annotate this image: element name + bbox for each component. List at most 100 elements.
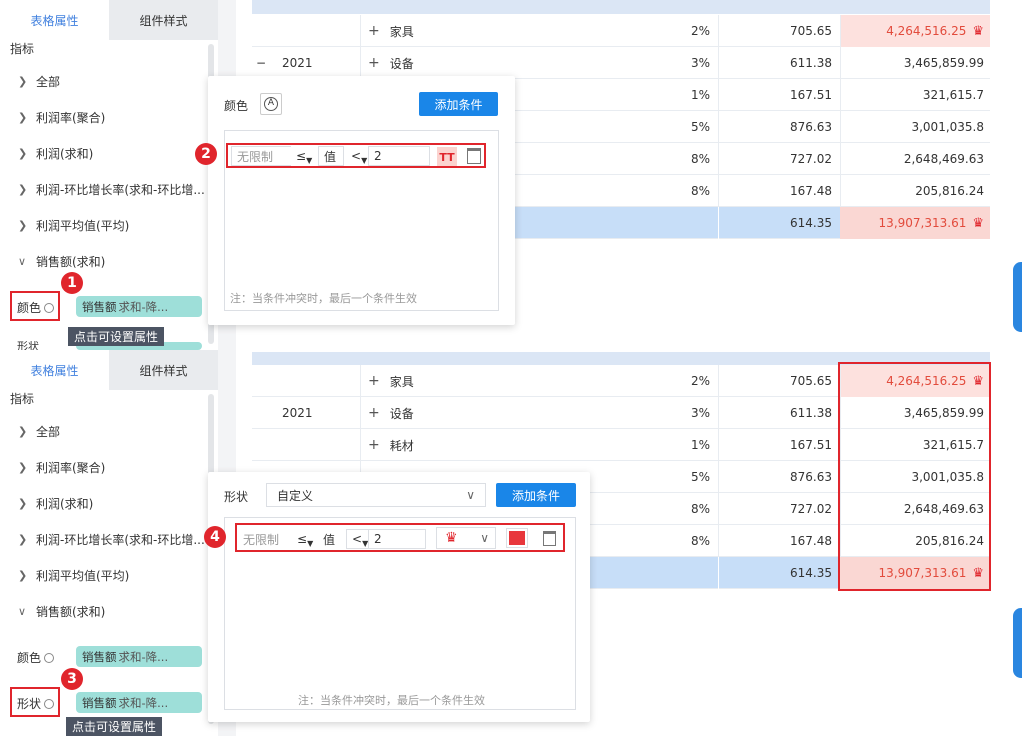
sales-field-pill[interactable]: 销售额 求和-降...	[76, 692, 202, 713]
color-property-label[interactable]: 颜色	[17, 649, 55, 666]
popup-label: 形状	[224, 490, 249, 504]
avg-cell: 167.51	[718, 79, 838, 111]
sales-cell: 321,615.7	[840, 79, 990, 111]
year-cell	[282, 365, 362, 397]
sales-cell: 3,465,859.99	[840, 47, 990, 79]
tree-item[interactable]: ❯ 利润平均值(平均)	[18, 217, 129, 234]
tree-item-expanded[interactable]: ∨ 销售额(求和)	[18, 253, 105, 270]
tooltip-set-property: 点击可设置属性	[68, 327, 165, 346]
tree-item[interactable]: ❯ 利润-环比增长率(求和-环比增...	[18, 181, 205, 198]
step-badge-1: 1	[61, 272, 83, 294]
category-cell[interactable]: + 家具	[368, 365, 414, 397]
expand-icon[interactable]: +	[368, 23, 380, 39]
tab-table-properties[interactable]: 表格属性	[0, 350, 109, 390]
side-float-button[interactable]	[1013, 262, 1022, 332]
color-condition-popup: 颜色 A 添加条件 无限制 ≤ ▼ 值 < ▼ 2 TT 注：当条件冲突时，最后一个…	[208, 76, 515, 325]
tree-item[interactable]: ❯ 利润平均值(平均)	[18, 567, 129, 584]
total-avg-cell: 614.35	[718, 207, 838, 239]
avg-cell: 876.63	[718, 111, 838, 143]
category-cell[interactable]: + 耗材	[368, 429, 414, 461]
step-badge-2: 2	[195, 143, 217, 165]
sales-field-pill[interactable]: 销售额 求和-降...	[76, 646, 202, 667]
tree-item[interactable]: ❯ 全部	[18, 73, 60, 90]
chevron-right-icon: ❯	[18, 425, 28, 438]
avg-cell: 727.02	[718, 143, 838, 175]
pct-cell: 5%	[690, 470, 710, 484]
pct-cell: 5%	[690, 120, 710, 134]
tree-item[interactable]: ❯ 全部	[18, 423, 60, 440]
expand-icon[interactable]: +	[368, 437, 380, 453]
sales-cell: 4,264,516.25 ♛	[840, 15, 990, 47]
highlight-box-sales-column	[838, 362, 991, 591]
tree-item[interactable]: ❯ 利润率(聚合)	[18, 459, 105, 476]
conflict-note: 注：当条件冲突时，最后一个条件生效	[298, 694, 485, 707]
panel-tabs: 表格属性 组件样式	[0, 350, 218, 390]
tree-item-expanded[interactable]: ∨ 销售额(求和)	[18, 603, 105, 620]
section-title: 指标	[10, 42, 35, 56]
tree-item[interactable]: ❯ 利润(求和)	[18, 145, 93, 162]
avg-cell: 705.65	[718, 365, 838, 397]
palette-icon: A	[264, 97, 278, 111]
total-avg-cell: 614.35	[718, 557, 838, 589]
avg-cell: 611.38	[718, 397, 838, 429]
category-cell[interactable]: + 家具	[368, 15, 414, 47]
sales-cell: 2,648,469.63	[840, 143, 990, 175]
tree-item[interactable]: ❯ 利润(求和)	[18, 495, 93, 512]
pct-cell: 3%	[690, 406, 710, 420]
section-title: 指标	[10, 392, 35, 406]
crown-icon: ♛	[972, 215, 984, 231]
tree-item[interactable]: ❯ 利润率(聚合)	[18, 109, 105, 126]
popup-label: 颜色	[224, 99, 249, 113]
avg-cell: 167.51	[718, 429, 838, 461]
color-picker-button[interactable]: A	[260, 93, 282, 115]
table-row: + 家具 2% 705.65 4,264,516.25 ♛	[252, 15, 990, 47]
tooltip-set-property: 点击可设置属性	[66, 717, 163, 736]
collapse-icon[interactable]: −	[256, 47, 266, 79]
tab-table-properties[interactable]: 表格属性	[0, 0, 109, 40]
table-header-partial	[252, 0, 990, 14]
chevron-right-icon: ❯	[18, 219, 28, 232]
chevron-down-icon: ∨	[18, 605, 27, 618]
chevron-right-icon: ❯	[18, 533, 28, 546]
chevron-down-icon: ∨	[18, 255, 27, 268]
pct-cell: 2%	[690, 24, 710, 38]
highlight-box-shape	[10, 687, 60, 717]
tab-component-style[interactable]: 组件样式	[109, 0, 218, 40]
pct-cell: 1%	[690, 88, 710, 102]
avg-cell: 727.02	[718, 493, 838, 525]
left-panel-bottom: 表格属性 组件样式 指标 ❯ 全部 ❯ 利润率(聚合) ❯ 利润(求和) ❯ 利润-环比…	[0, 350, 218, 736]
tab-component-style[interactable]: 组件样式	[109, 350, 218, 390]
pct-cell: 8%	[690, 502, 710, 516]
avg-cell: 611.38	[718, 47, 838, 79]
highlight-box-condition-2	[235, 523, 565, 552]
avg-cell: 705.65	[718, 15, 838, 47]
expand-icon[interactable]: +	[368, 373, 380, 389]
shape-type-select[interactable]: 自定义 ∨	[266, 483, 486, 507]
side-float-button[interactable]	[1013, 608, 1022, 678]
tree-item[interactable]: ❯ 利润-环比增长率(求和-环比增...	[18, 531, 205, 548]
pct-cell: 1%	[690, 438, 710, 452]
highlight-box-color	[10, 291, 60, 321]
expand-icon[interactable]: +	[368, 405, 380, 421]
add-condition-button[interactable]: 添加条件	[496, 483, 576, 507]
add-condition-button[interactable]: 添加条件	[419, 92, 498, 116]
table-row: 2021 + 设备 3% 611.38 3,465,859.99	[252, 47, 990, 79]
year-cell: 2021	[282, 56, 313, 70]
step-badge-4: 4	[204, 526, 226, 548]
category-cell[interactable]: + 设备	[368, 397, 414, 429]
expand-icon[interactable]: +	[368, 55, 380, 71]
crown-icon: ♛	[972, 23, 984, 39]
step-badge-3: 3	[61, 668, 83, 690]
gear-icon[interactable]	[44, 652, 55, 663]
chevron-right-icon: ❯	[18, 183, 28, 196]
total-sales-cell: 13,907,313.61 ♛	[840, 207, 990, 239]
chevron-down-icon: ∨	[466, 488, 475, 502]
category-cell[interactable]: + 设备	[368, 47, 414, 79]
sales-field-pill[interactable]: 销售额 求和-降...	[76, 296, 202, 317]
chevron-right-icon: ❯	[18, 461, 28, 474]
avg-cell: 167.48	[718, 175, 838, 207]
pct-cell: 3%	[690, 56, 710, 70]
chevron-right-icon: ❯	[18, 569, 28, 582]
chevron-right-icon: ❯	[18, 111, 28, 124]
shape-condition-popup: 形状 自定义 ∨ 添加条件 无限制 ≤ ▼ 值 < ▼ 2 ♛ ∨ 注：当条件冲突时…	[208, 472, 590, 722]
